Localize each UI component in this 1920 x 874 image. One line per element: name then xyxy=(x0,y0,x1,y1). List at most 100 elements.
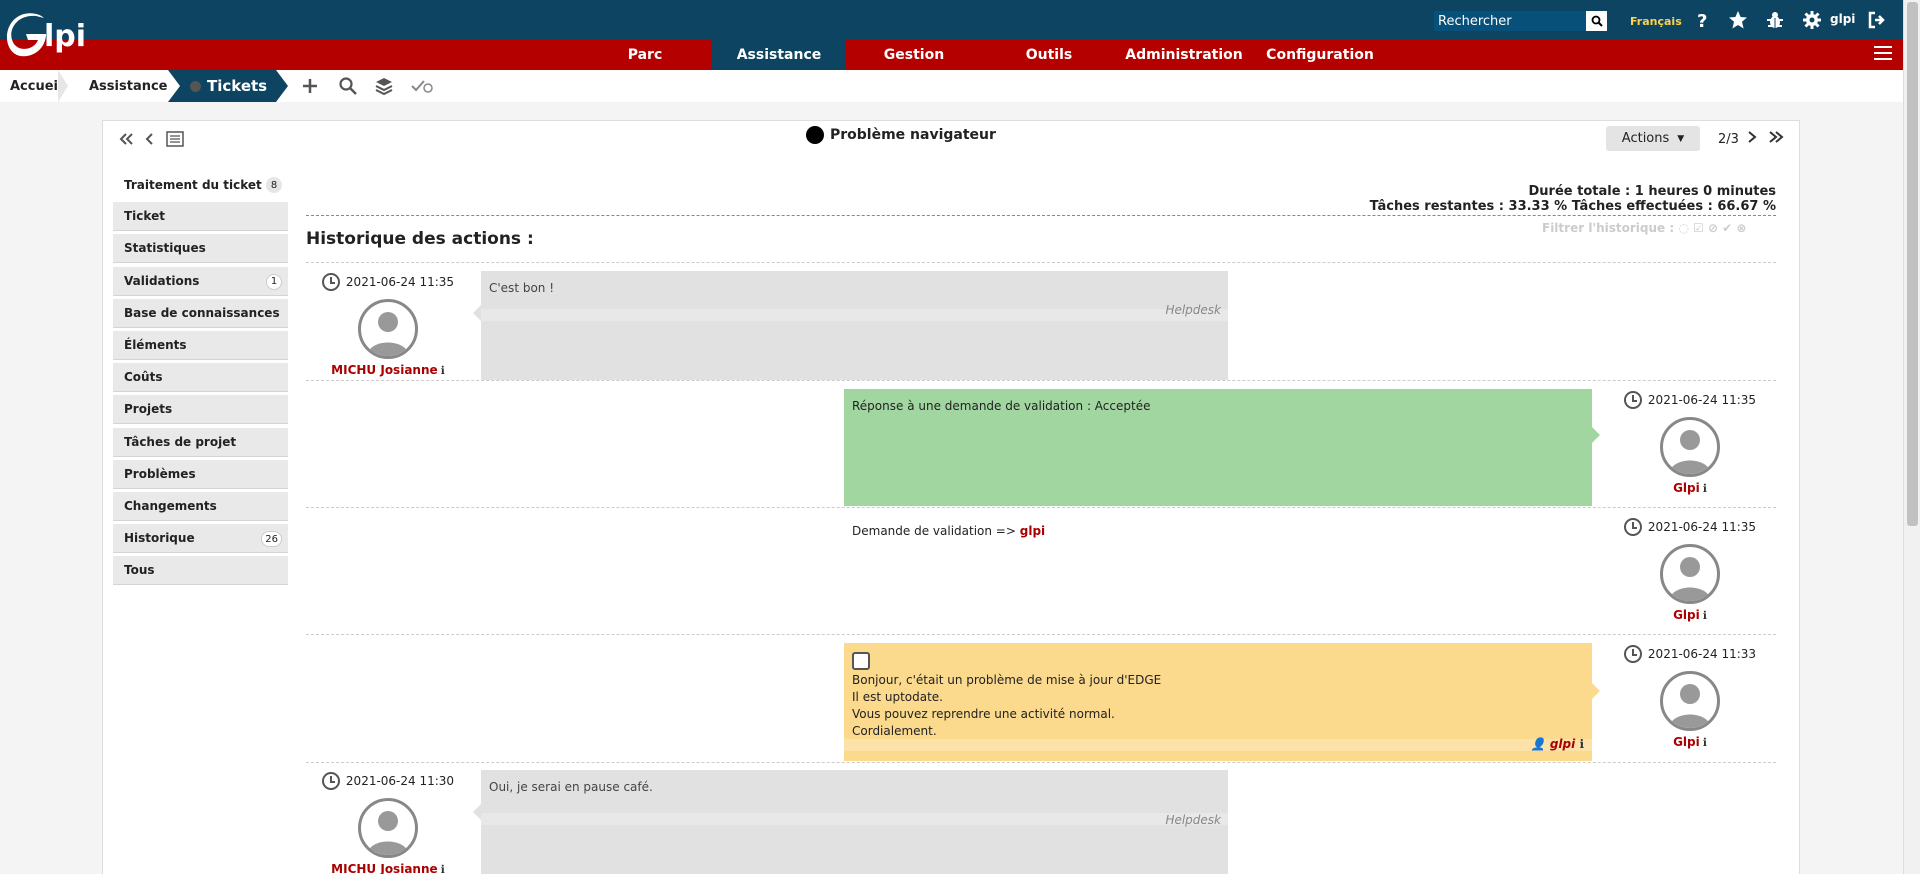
tab-tous[interactable]: Tous xyxy=(113,556,288,586)
tab-traitement[interactable]: Traitement du ticket 8 xyxy=(113,170,288,199)
row-divider xyxy=(306,380,1776,381)
add-icon[interactable] xyxy=(300,76,322,98)
menu-configuration[interactable]: Configuration xyxy=(1264,40,1376,70)
tab-historique[interactable]: Historique 26 xyxy=(113,524,288,554)
task-bubble[interactable]: Bonjour, c'était un problème de mise à j… xyxy=(844,643,1600,761)
tab-validations[interactable]: Validations 1 xyxy=(113,266,288,296)
info-icon[interactable]: ℹ xyxy=(1579,737,1584,751)
author-name[interactable]: Glpi ℹ xyxy=(1620,608,1760,622)
count-badge: 8 xyxy=(266,177,282,193)
check-clock-icon[interactable] xyxy=(410,76,433,98)
timeline-meta: 2021-06-24 11:35 Glpi ℹ xyxy=(1620,518,1760,622)
list-icon[interactable] xyxy=(166,131,184,147)
tab-label: Base de connaissances xyxy=(124,305,280,320)
timeline-meta: 2021-06-24 11:35 MICHU Josianne ℹ xyxy=(318,273,458,377)
hamburger-menu-icon[interactable] xyxy=(1874,46,1892,62)
breadcrumb-home[interactable]: Accueil xyxy=(10,70,62,102)
timeline-date: 2021-06-24 11:35 xyxy=(1620,391,1760,409)
search-icon xyxy=(1591,15,1603,27)
help-icon[interactable]: ? xyxy=(1692,9,1714,31)
tab-projets[interactable]: Projets xyxy=(113,395,288,425)
scrollbar-thumb[interactable] xyxy=(1907,2,1918,526)
search-box xyxy=(1433,10,1608,32)
user-icon: 👤 xyxy=(1530,737,1546,751)
info-icon[interactable]: ℹ xyxy=(1703,609,1707,622)
info-icon[interactable]: ℹ xyxy=(1703,482,1707,495)
author-name[interactable]: MICHU Josianne ℹ xyxy=(318,862,458,874)
info-icon[interactable]: ℹ xyxy=(441,364,445,377)
task-progress: Tâches restantes : 33.33 % Tâches effect… xyxy=(1369,199,1776,214)
menu-assistance[interactable]: Assistance xyxy=(712,40,846,70)
ticket-summary: Durée totale : 1 heures 0 minutes Tâches… xyxy=(1370,184,1776,214)
info-icon[interactable]: ℹ xyxy=(441,863,445,874)
tab-label: Traitement du ticket xyxy=(124,177,262,192)
clock-icon xyxy=(321,772,340,790)
layers-icon[interactable] xyxy=(374,76,396,98)
followup-bubble[interactable]: C'est bon ! Helpdesk xyxy=(473,271,1228,380)
task-line: Cordialement. xyxy=(852,724,937,738)
bubble-arrow xyxy=(1592,683,1600,699)
breadcrumb: Accueil Assistance Tickets xyxy=(0,70,1903,102)
glpi-logo[interactable]: lpi xyxy=(4,10,100,62)
logout-icon[interactable] xyxy=(1866,9,1888,31)
validation-answer-bubble[interactable]: Réponse à une demande de validation : Ac… xyxy=(844,389,1600,506)
filter-icons[interactable]: ◌ ☑ ⊘ ✔ ⊗ xyxy=(1678,221,1746,235)
filter-label: Filtrer l'historique : xyxy=(1542,221,1675,235)
tab-label: Tous xyxy=(124,563,155,578)
first-icon[interactable] xyxy=(118,131,134,147)
breadcrumb-assistance[interactable]: Assistance xyxy=(89,70,168,102)
search-input[interactable] xyxy=(1434,11,1586,31)
tab-label: Coûts xyxy=(124,370,163,385)
menu-parc[interactable]: Parc xyxy=(589,40,701,70)
menu-outils[interactable]: Outils xyxy=(993,40,1105,70)
tab-ticket[interactable]: Ticket xyxy=(113,202,288,232)
status-icon xyxy=(806,126,824,144)
tab-taches-projet[interactable]: Tâches de projet xyxy=(113,427,288,457)
last-icon[interactable] xyxy=(1767,130,1785,144)
row-divider xyxy=(306,762,1776,763)
history-filter[interactable]: Filtrer l'historique : ◌ ☑ ⊘ ✔ ⊗ xyxy=(1542,221,1746,235)
followup-bubble[interactable]: Oui, je serai en pause café. Helpdesk xyxy=(473,770,1228,874)
task-status-checkbox[interactable] xyxy=(852,652,870,670)
task-technician[interactable]: 👤 glpi ℹ xyxy=(1531,736,1584,753)
clock-icon xyxy=(1623,518,1642,536)
actions-button[interactable]: Actions ▼ xyxy=(1606,126,1700,151)
info-icon[interactable]: ℹ xyxy=(1703,736,1707,749)
tab-elements[interactable]: Éléments xyxy=(113,330,288,360)
gear-icon[interactable] xyxy=(1801,9,1823,31)
tab-base-connaissances[interactable]: Base de connaissances xyxy=(113,298,288,328)
previous-icon[interactable] xyxy=(144,131,156,147)
avatar xyxy=(1660,671,1720,731)
vertical-scrollbar[interactable] xyxy=(1903,0,1920,874)
author-name[interactable]: Glpi ℹ xyxy=(1620,481,1760,495)
tab-label: Problèmes xyxy=(124,466,196,481)
menu-gestion[interactable]: Gestion xyxy=(858,40,970,70)
author-name[interactable]: MICHU Josianne ℹ xyxy=(318,363,458,377)
source-label: Helpdesk xyxy=(1165,813,1221,827)
bug-icon[interactable] xyxy=(1764,9,1786,31)
star-icon[interactable] xyxy=(1727,9,1749,31)
author-name[interactable]: Glpi ℹ xyxy=(1620,735,1760,749)
menu-administration[interactable]: Administration xyxy=(1125,40,1242,70)
tab-statistiques[interactable]: Statistiques xyxy=(113,234,288,264)
clock-icon xyxy=(1623,645,1642,663)
next-icon[interactable] xyxy=(1746,130,1758,144)
timeline-date: 2021-06-24 11:35 xyxy=(318,273,458,291)
search-button[interactable] xyxy=(1586,11,1607,31)
breadcrumb-tickets[interactable]: Tickets xyxy=(168,70,288,102)
tab-label: Ticket xyxy=(124,209,165,224)
tab-couts[interactable]: Coûts xyxy=(113,363,288,393)
tab-changements[interactable]: Changements xyxy=(113,491,288,521)
bubble-footer xyxy=(844,739,1592,751)
validation-user[interactable]: glpi xyxy=(1020,524,1045,538)
tab-problemes[interactable]: Problèmes xyxy=(113,459,288,489)
language-selector[interactable]: Français xyxy=(1630,15,1682,28)
count-badge: 1 xyxy=(266,273,282,290)
breadcrumb-tickets-label: Tickets xyxy=(207,77,268,95)
search-icon[interactable] xyxy=(338,76,360,98)
current-user[interactable]: glpi xyxy=(1830,12,1855,26)
timeline-meta: 2021-06-24 11:35 Glpi ℹ xyxy=(1620,391,1760,495)
tab-label: Changements xyxy=(124,498,217,513)
clock-icon xyxy=(321,273,340,291)
timeline-meta: 2021-06-24 11:30 MICHU Josianne ℹ xyxy=(318,772,458,874)
